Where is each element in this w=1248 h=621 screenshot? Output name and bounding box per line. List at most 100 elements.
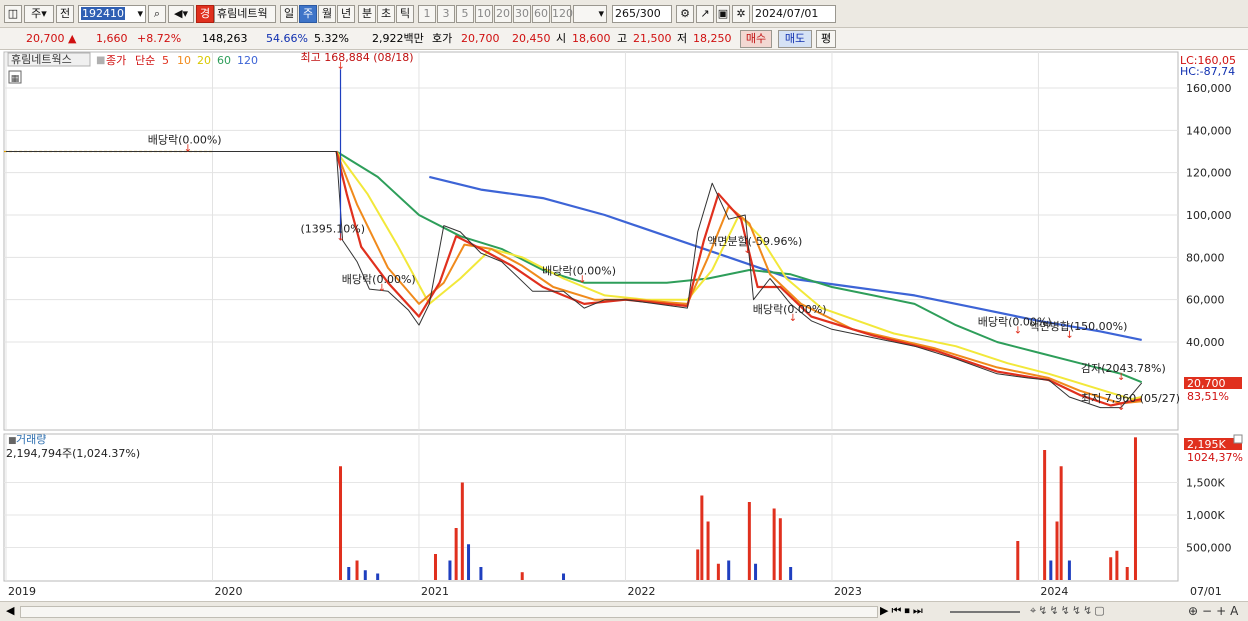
volume-bar (1125, 567, 1129, 580)
annotation-arrow-icon: ↓ (578, 275, 586, 286)
horizontal-scrollbar[interactable] (20, 606, 878, 618)
legend-ma20: 20 (197, 54, 211, 67)
draw-tools-icon[interactable]: ⌖↯↯↯↯↯▢ (1030, 604, 1107, 618)
buy-button[interactable]: 매수 (740, 30, 772, 48)
price-chart[interactable]: 최고 168,884 (08/18)↓배당락(0.00%)↓(1395.10%)… (0, 50, 1248, 601)
volume-bar (1115, 550, 1119, 580)
volume-bar (696, 549, 700, 580)
period-tab-second[interactable]: 초 (377, 5, 395, 23)
price-tick-label: 100,000 (1186, 209, 1232, 222)
annotation-arrow-icon: ↓ (1014, 326, 1022, 337)
x-tick-label: 2022 (627, 585, 655, 598)
interval-60[interactable]: 60 (532, 5, 550, 23)
volume-bar (747, 502, 751, 580)
volume-bar (1043, 450, 1047, 580)
volume-tag-text: 2,195K (1187, 438, 1226, 451)
high-label: 고 (617, 32, 628, 45)
chart-settings-icon[interactable]: ⚙ (676, 5, 694, 23)
volume-bar (448, 560, 452, 580)
save-icon[interactable]: ▣ (716, 5, 730, 23)
window-menu-icon[interactable]: ◫ (4, 5, 22, 23)
pct-value-1: 54.66% (266, 32, 308, 45)
price-tick-label: 40,000 (1186, 336, 1225, 349)
volume-bar (520, 572, 524, 580)
draw-tool-icon[interactable]: ↗ (696, 5, 714, 23)
chart-type-select[interactable]: 주▾ (24, 5, 54, 23)
interval-select[interactable]: ▾ (573, 5, 607, 23)
playback-controls-icon[interactable]: ▶⏮⏹⏭ (880, 604, 926, 618)
volume-readout: 2,194,794주(1,024.37%) (6, 447, 140, 460)
eval-button[interactable]: 평 (816, 30, 836, 48)
price-tick-label: 160,000 (1186, 82, 1232, 95)
volume-tick-label: 1,500K (1186, 477, 1225, 490)
period-tab-year[interactable]: 년 (337, 5, 355, 23)
sell-button[interactable]: 매도 (778, 30, 812, 48)
annotation-arrow-icon: ↓ (789, 313, 797, 324)
gear-icon[interactable]: ✲ (732, 5, 750, 23)
annotation-arrow-icon: ↓ (1117, 372, 1125, 383)
chart-type-label: 주 (31, 7, 42, 20)
x-tick-label: 2020 (214, 585, 242, 598)
volume-bar (716, 563, 720, 580)
annotation-arrow-icon: ↓ (1065, 330, 1073, 341)
zoom-controls-icon[interactable]: ⊕−+A (1188, 604, 1242, 618)
period-tab-week[interactable]: 주 (299, 5, 317, 23)
volume-bar (1059, 466, 1063, 580)
annotation-arrow-icon: ↓ (743, 245, 751, 256)
speaker-icon[interactable]: ◀▾ (168, 5, 194, 23)
x-tick-label: 07/01 (1190, 585, 1222, 598)
volume-marker-icon: ■ (8, 436, 17, 446)
count-field[interactable]: 265/300 (612, 5, 672, 23)
interval-30[interactable]: 30 (513, 5, 531, 23)
prev-button[interactable]: 전 (56, 5, 74, 23)
volume-bar (467, 544, 471, 580)
volume-tick-label: 1,000K (1186, 509, 1225, 522)
x-tick-label: 2024 (1040, 585, 1068, 598)
legend-price-label: 종가 (106, 54, 126, 67)
interval-20[interactable]: 20 (494, 5, 512, 23)
chevron-down-icon[interactable]: ▾ (137, 6, 145, 22)
volume-bar (1067, 560, 1071, 580)
ask-price-1: 20,700 (461, 32, 500, 45)
count-total: /300 (636, 7, 661, 20)
x-axis-labels: 2019 2020 2021 2022 2023 2024 07/01 (8, 585, 1222, 598)
volume-bar (778, 518, 782, 580)
period-tab-month[interactable]: 월 (318, 5, 336, 23)
volume-bar (376, 573, 380, 580)
search-icon[interactable]: ⌕ (148, 5, 166, 23)
interval-10[interactable]: 10 (475, 5, 493, 23)
interval-5[interactable]: 5 (456, 5, 474, 23)
volume-bar (347, 567, 351, 580)
period-tab-day[interactable]: 일 (280, 5, 298, 23)
volume-bar (562, 573, 566, 580)
volume-bar (727, 560, 731, 580)
low-price: 18,250 (693, 32, 732, 45)
volume-bar (1049, 560, 1053, 580)
volume-tick-label: 500,000 (1186, 542, 1232, 555)
volume-pct-tag: 1024,37% (1187, 451, 1243, 464)
up-triangle-icon: ▲ (68, 32, 77, 45)
volume-value: 148,263 (202, 32, 248, 45)
volume-bar (460, 482, 464, 580)
date-input[interactable]: 2024/07/01 (752, 5, 836, 23)
interval-120[interactable]: 120 (551, 5, 573, 23)
interval-3[interactable]: 3 (437, 5, 455, 23)
annotation-arrow-icon: ↓ (337, 61, 345, 72)
stock-code-input[interactable]: 192410 ▾ (78, 5, 146, 23)
x-tick-label: 2021 (421, 585, 449, 598)
zoom-slider[interactable] (950, 611, 1020, 613)
panel-maximize-icon[interactable] (1233, 434, 1243, 444)
volume-bar (754, 563, 758, 580)
interval-1[interactable]: 1 (418, 5, 436, 23)
annotation-arrow-icon: ↓ (1117, 402, 1125, 413)
volume-bar (1109, 557, 1113, 580)
period-tab-minute[interactable]: 분 (358, 5, 376, 23)
volume-bar (772, 508, 776, 580)
trade-amount: 2,922백만 (372, 32, 424, 45)
price-tick-label: 80,000 (1186, 251, 1225, 264)
x-tick-label: 2019 (8, 585, 36, 598)
scroll-left-icon[interactable]: ◀ (6, 604, 14, 617)
period-tab-tick[interactable]: 틱 (396, 5, 414, 23)
annotation-label: (1395.10%) (301, 222, 366, 235)
legend-stock-name: 휴림네트웍스 (11, 53, 72, 66)
